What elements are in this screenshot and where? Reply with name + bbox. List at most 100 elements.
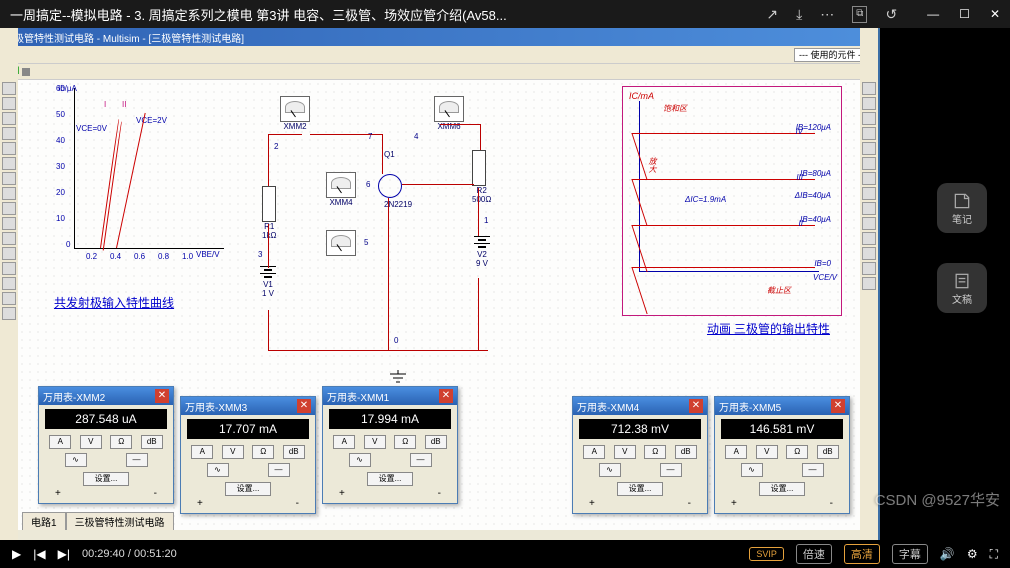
mode-a[interactable]: A [725,445,747,459]
close-button[interactable]: ✕ [990,7,1000,21]
tool-icon[interactable] [2,307,16,320]
mode-a[interactable]: A [191,445,213,459]
more-icon[interactable]: ⋯ [820,6,834,23]
instr-icon[interactable] [862,127,876,140]
settings-button[interactable]: 设置... [225,482,271,496]
mode-v[interactable]: V [364,435,386,449]
mode-ohm[interactable]: Ω [644,445,666,459]
instr-icon[interactable] [862,232,876,245]
tool-icon[interactable] [2,142,16,155]
mode-db[interactable]: dB [283,445,305,459]
mode-dc[interactable]: — [410,453,432,467]
mode-v[interactable]: V [756,445,778,459]
instr-icon[interactable] [862,157,876,170]
mode-db[interactable]: dB [425,435,447,449]
play-button[interactable]: ▶ [12,547,21,561]
mode-a[interactable]: A [583,445,605,459]
tool-icon[interactable] [2,157,16,170]
tool-icon[interactable] [2,247,16,260]
multimeter-window[interactable]: 万用表-XMM3✕ 17.707 mA A V Ω dB ∿ — 设置... +… [180,396,316,514]
mode-dc[interactable]: — [660,463,682,477]
instr-icon[interactable] [862,262,876,275]
tab-circuit1[interactable]: 电路1 [22,512,66,530]
instr-icon[interactable] [862,142,876,155]
mode-v[interactable]: V [614,445,636,459]
download-icon[interactable]: ⤓ [796,6,802,23]
schematic-canvas[interactable]: Ib/μA VBE/V 60 50 40 30 20 10 0 0.2 0.4 … [18,80,860,530]
close-icon[interactable]: ✕ [155,389,169,403]
pip-icon[interactable]: ⧉ [852,6,867,23]
mode-ac[interactable]: ∿ [207,463,229,477]
mode-db[interactable]: dB [141,435,163,449]
script-button[interactable]: 文稿 [937,263,987,313]
instr-icon[interactable] [862,202,876,215]
mode-ac[interactable]: ∿ [599,463,621,477]
mode-ac[interactable]: ∿ [349,453,371,467]
tool-icon[interactable] [2,127,16,140]
stop-icon[interactable] [22,68,30,76]
transistor-q1[interactable] [378,174,402,198]
fullscreen-icon[interactable]: ⛶ [990,547,998,562]
minimize-button[interactable]: — [927,7,939,21]
tool-icon[interactable] [2,112,16,125]
tool-icon[interactable] [2,277,16,290]
instr-icon[interactable] [862,172,876,185]
close-icon[interactable]: ✕ [831,399,845,413]
meter-xmm6[interactable] [434,96,464,122]
instr-icon[interactable] [862,277,876,290]
tab-circuit2[interactable]: 三极管特性测试电路 [66,512,174,530]
instr-icon[interactable] [862,112,876,125]
mode-dc[interactable]: — [126,453,148,467]
mode-db[interactable]: dB [675,445,697,459]
meter-xmm2[interactable] [280,96,310,122]
mode-a[interactable]: A [333,435,355,449]
instr-icon[interactable] [862,247,876,260]
settings-icon[interactable]: ⚙ [967,547,978,561]
multimeter-window[interactable]: 万用表-XMM2✕ 287.548 uA A V Ω dB ∿ — 设置... … [38,386,174,504]
instr-icon[interactable] [862,217,876,230]
tool-icon[interactable] [2,202,16,215]
mode-dc[interactable]: — [802,463,824,477]
multimeter-window[interactable]: 万用表-XMM4✕ 712.38 mV A V Ω dB ∿ — 设置... +… [572,396,708,514]
mode-ohm[interactable]: Ω [786,445,808,459]
tool-icon[interactable] [2,262,16,275]
meter-xmm[interactable] [326,230,356,256]
tool-icon[interactable] [2,232,16,245]
hd-button[interactable]: 高清 [844,544,880,564]
mode-db[interactable]: dB [817,445,839,459]
mode-ohm[interactable]: Ω [252,445,274,459]
maximize-button[interactable]: ☐ [959,7,970,21]
share-icon[interactable]: ↗ [766,6,778,23]
notes-button[interactable]: 笔记 [937,183,987,233]
instr-icon[interactable] [862,82,876,95]
multimeter-window[interactable]: 万用表-XMM1✕ 17.994 mA A V Ω dB ∿ — 设置... +… [322,386,458,504]
next-button[interactable]: ▶| [58,547,70,561]
mode-ac[interactable]: ∿ [65,453,87,467]
volume-icon[interactable]: 🔊 [940,547,955,561]
mode-v[interactable]: V [80,435,102,449]
tool-icon[interactable] [2,217,16,230]
close-icon[interactable]: ✕ [439,389,453,403]
instr-icon[interactable] [862,187,876,200]
mode-ohm[interactable]: Ω [110,435,132,449]
settings-button[interactable]: 设置... [367,472,413,486]
close-icon[interactable]: ✕ [689,399,703,413]
tool-icon[interactable] [2,292,16,305]
mode-ohm[interactable]: Ω [394,435,416,449]
settings-button[interactable]: 设置... [83,472,129,486]
settings-button[interactable]: 设置... [617,482,663,496]
tool-icon[interactable] [2,97,16,110]
legacy-icon[interactable]: ↺ [885,6,897,23]
mode-dc[interactable]: — [268,463,290,477]
settings-button[interactable]: 设置... [759,482,805,496]
instr-icon[interactable] [862,97,876,110]
meter-xmm4[interactable] [326,172,356,198]
tool-icon[interactable] [2,172,16,185]
mode-ac[interactable]: ∿ [741,463,763,477]
mode-a[interactable]: A [49,435,71,449]
cc-button[interactable]: 字幕 [892,544,928,564]
tool-icon[interactable] [2,187,16,200]
tool-icon[interactable] [2,82,16,95]
speed-button[interactable]: 倍速 [796,544,832,564]
mode-v[interactable]: V [222,445,244,459]
